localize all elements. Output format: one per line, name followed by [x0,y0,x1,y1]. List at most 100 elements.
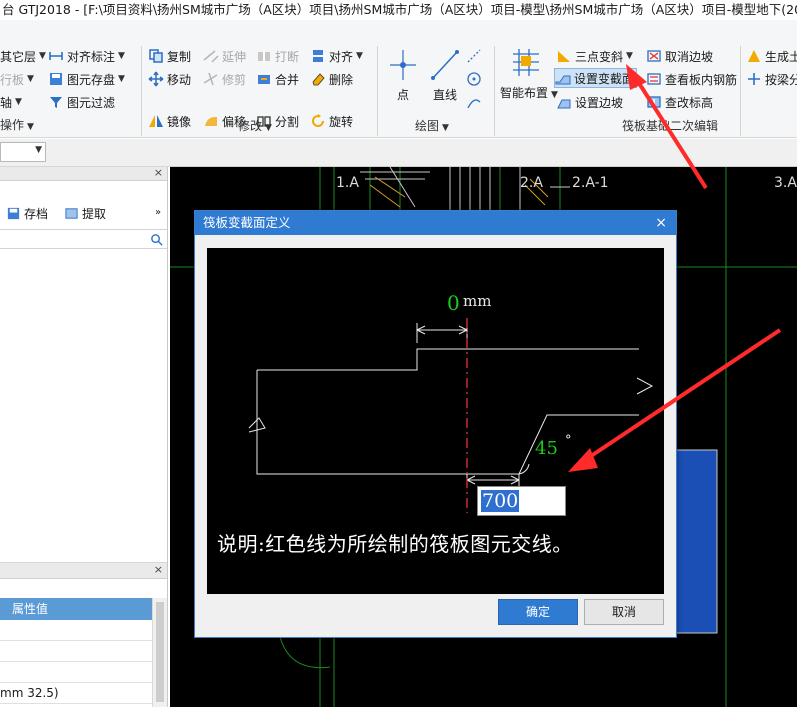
axis-button[interactable]: 轴 ▼ [0,92,22,112]
save-element-button[interactable]: 图元存盘 ▼ [48,69,125,89]
offset-value: 0 [447,291,460,315]
row-board-label: 行板 [0,72,25,87]
merge-icon [258,75,270,84]
rebar-icon [647,73,661,85]
three-point-slope-button[interactable]: 三点变斜 ▼ [556,46,633,66]
polyline-icon [467,99,481,109]
align-mark-button[interactable]: 对齐标注 ▼ [48,46,125,66]
modify-group-label[interactable]: 修改 ▼ [238,117,272,134]
variable-section-icon [555,75,571,85]
line-button[interactable]: 直线 [428,48,462,103]
chevron-right-icon[interactable]: » [155,207,161,218]
extract-tool-button[interactable]: 提取 [64,205,106,222]
property-row[interactable] [0,662,152,683]
set-edge-slope-button[interactable]: 设置边坡 [556,92,623,112]
circle-tool-button[interactable] [466,69,485,89]
other-layer-button[interactable]: 其它层 ▼ [0,46,46,66]
property-value-header: 属性值 [0,598,152,620]
slope-icon [558,51,570,62]
check-elevation-button[interactable]: 查改标高 [646,92,713,112]
ok-button[interactable]: 确定 [498,599,578,625]
group-separator [377,46,378,136]
offset-icon [205,117,217,126]
filter-element-button[interactable]: 图元过滤 [48,92,115,112]
extend-icon [203,50,219,63]
align-mark-icon [49,52,63,60]
canvas-toolbar [170,139,797,167]
elevation-icon [647,96,661,108]
chevron-down-icon: ▼ [356,51,363,61]
circle-icon [467,72,481,86]
chevron-down-icon: ▼ [442,123,449,133]
break-button[interactable]: 打断 [256,46,299,66]
chevron-down-icon: ▼ [265,123,272,133]
scrollbar-thumb[interactable] [156,602,164,702]
operation-group-label[interactable]: 操作 ▼ [0,116,34,133]
arc-tool-button[interactable] [466,46,485,66]
width-input-value: 700 [481,490,520,512]
property-row[interactable] [0,620,152,641]
axis-label-1a: 1.A [336,175,359,191]
view-rebar-button[interactable]: 查看板内钢筋 [646,69,737,89]
angle-value: 45 [535,438,558,459]
copy-button[interactable]: 复制 [148,46,191,66]
variable-section-dialog: 筏板变截面定义 × 0 mm 45 ° 700 说明:红色线为所绘制的筏板图元交… [194,210,677,638]
floor-combo[interactable]: ▼ [0,142,46,162]
section-preview: 0 mm 45 ° 700 说明:红色线为所绘制的筏板图元交线。 [207,248,664,594]
other-layer-label: 其它层 [0,49,37,64]
rotate-button[interactable]: 旋转 [310,111,353,131]
dialog-title-bar: 筏板变截面定义 × [195,211,676,235]
chevron-down-icon: ▼ [35,145,42,155]
close-icon[interactable]: × [154,563,163,576]
delete-button[interactable]: 删除 [310,69,353,89]
trim-button[interactable]: 修剪 [203,69,246,89]
extend-button[interactable]: 延伸 [203,46,246,66]
polyline-tool-button[interactable] [466,92,485,112]
row-board-button[interactable]: 行板 ▼ [0,69,34,89]
dimension-lines [416,323,530,486]
offset-unit: mm [463,292,491,310]
property-row[interactable]: mm 32.5) [0,683,152,704]
cancel-edge-slope-button[interactable]: 取消边坡 [646,46,713,66]
save-tool-button[interactable]: 存档 [6,205,48,222]
window-title: 台 GTJ2018 - [F:\项目资料\扬州SM城市广场（A区块）项目\扬州S… [0,0,797,20]
axis-label-3a: 3.A [774,175,797,191]
panel-header: × [0,166,167,181]
by-beam-button[interactable]: 按梁分 [746,69,797,89]
move-button[interactable]: 移动 [148,69,191,89]
set-variable-section-button[interactable]: 设置变截面 [554,68,638,88]
move-icon [148,71,164,87]
axis-label: 轴 [0,95,13,110]
chevron-down-icon: ▼ [27,74,34,84]
merge-button[interactable]: 合并 [256,69,299,89]
edge-slope-icon [557,99,571,109]
chevron-down-icon: ▼ [27,122,34,132]
close-icon[interactable]: × [154,166,163,179]
properties-scrollbar[interactable] [152,598,167,707]
smart-layout-icon [513,49,539,76]
point-button[interactable]: 点 [386,48,420,103]
property-row[interactable] [0,641,152,662]
arc-icon [467,49,481,63]
align-button[interactable]: 对齐 ▼ [310,46,363,66]
draw-group-label[interactable]: 绘图 ▼ [415,117,449,134]
dialog-note: 说明:红色线为所绘制的筏板图元交线。 [217,532,573,556]
close-icon[interactable]: × [655,211,667,235]
cancel-button[interactable]: 取消 [584,599,664,625]
extract-icon [65,208,78,219]
raft-group-label: 筏板基础二次编辑 [622,119,719,133]
mirror-icon [149,115,163,127]
align-icon [313,50,323,62]
chevron-down-icon: ▼ [626,51,633,61]
properties-header: × [0,563,167,579]
angle-unit: ° [565,433,572,448]
section-outline [248,348,654,475]
generate-icon [748,50,760,62]
mirror-button[interactable]: 镜像 [148,111,191,131]
generate-button[interactable]: 生成土 [746,46,797,66]
width-input[interactable]: 700 [477,486,566,516]
search-input[interactable] [0,229,167,249]
filter-icon [50,97,62,108]
smart-layout-button[interactable]: 智能布置 ▼ [500,46,558,101]
break-icon [258,50,270,63]
